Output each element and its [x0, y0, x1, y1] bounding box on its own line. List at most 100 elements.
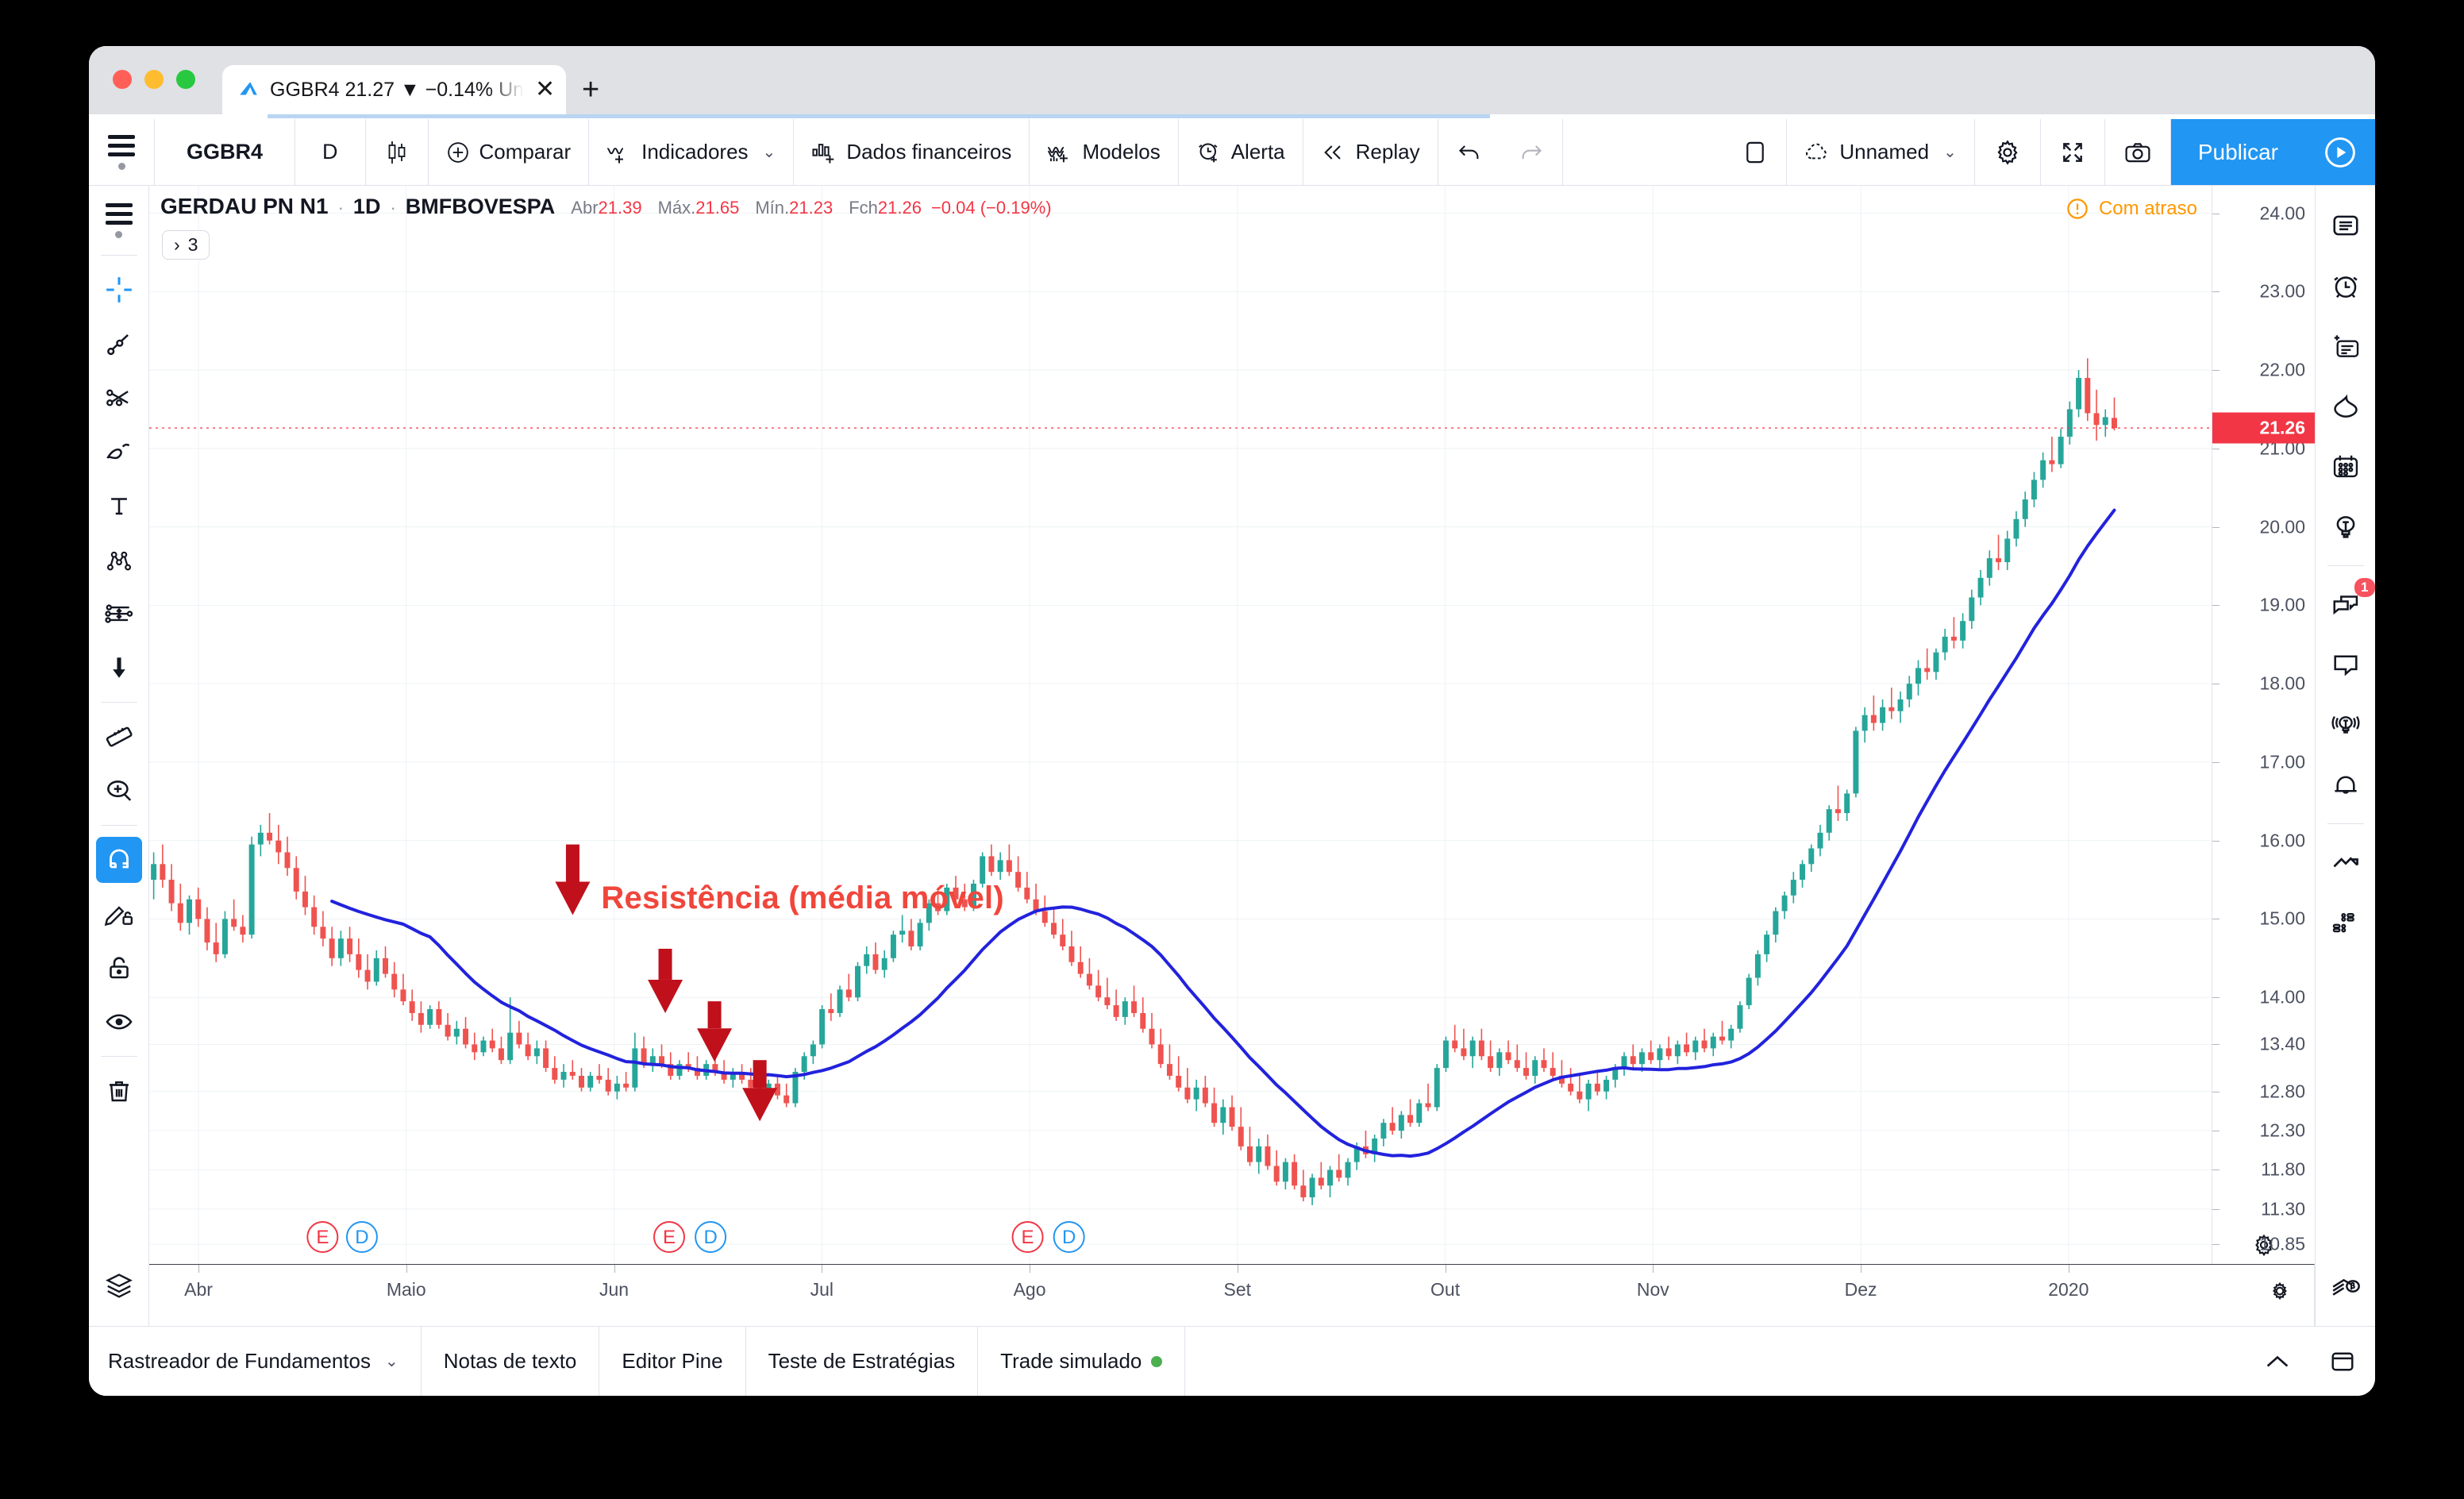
undo-button[interactable]: [1438, 119, 1500, 185]
bottom-tab-text-notes[interactable]: Notas de texto: [422, 1327, 600, 1396]
window-controls[interactable]: [113, 70, 195, 89]
alerts-clock-icon[interactable]: [2323, 263, 2369, 309]
delayed-data-badge[interactable]: Com atraso: [2066, 197, 2197, 221]
templates-button[interactable]: Modelos: [1030, 119, 1177, 185]
lock-drawings-icon[interactable]: [96, 945, 142, 991]
patterns-icon[interactable]: [96, 537, 142, 583]
chevron-down-icon[interactable]: ⌄: [763, 142, 776, 162]
price-axis-label: 23.00: [2259, 280, 2305, 302]
close-window-button[interactable]: [113, 70, 132, 89]
private-chat-icon[interactable]: [2323, 642, 2369, 688]
price-axis-label: 16.00: [2259, 830, 2305, 851]
chevron-down-icon[interactable]: ⌄: [1943, 142, 1957, 162]
zoom-in-icon[interactable]: [96, 768, 142, 814]
legend-change: −0.04 (−0.19%): [930, 198, 1052, 218]
save-layout-button[interactable]: Unnamed ⌄: [1787, 119, 1974, 185]
ideas-bulb-icon[interactable]: [2323, 504, 2369, 550]
price-axis-label: 14.00: [2259, 986, 2305, 1008]
prediction-icon[interactable]: [96, 591, 142, 637]
stay-in-drawing-mode-icon[interactable]: [96, 891, 142, 937]
time-scale-settings-icon[interactable]: [2268, 1279, 2292, 1303]
maximize-window-button[interactable]: [176, 70, 195, 89]
legend-low: Mín.21.23: [755, 198, 834, 218]
magnet-icon[interactable]: [95, 837, 142, 883]
price-axis-label: 20.00: [2259, 516, 2305, 538]
compare-button[interactable]: Comparar: [429, 119, 589, 185]
plus-circle-icon: [446, 141, 470, 164]
undo-redo-group: [1438, 119, 1563, 185]
replay-button[interactable]: Replay: [1303, 119, 1438, 185]
chat-icon[interactable]: 1: [2323, 578, 2375, 627]
bottom-tab-screener[interactable]: Rastreador de Fundamentos ⌄: [89, 1327, 422, 1396]
beta-layers-icon[interactable]: [2323, 1262, 2369, 1308]
trend-line-icon[interactable]: [96, 321, 142, 367]
hide-drawings-icon[interactable]: [96, 999, 142, 1045]
watchlist-icon[interactable]: [2323, 202, 2369, 249]
interval-button[interactable]: D: [295, 119, 365, 185]
alert-button[interactable]: Alerta: [1179, 119, 1303, 185]
redo-button[interactable]: [1500, 119, 1562, 185]
snapshot-button[interactable]: [2105, 119, 2170, 185]
bottom-tab-pine-editor[interactable]: Editor Pine: [599, 1327, 746, 1396]
chart-type-button[interactable]: [366, 119, 428, 185]
brush-icon[interactable]: [96, 429, 142, 475]
symbol-search-button[interactable]: GGBR4: [155, 119, 295, 185]
go-live-button[interactable]: [2305, 119, 2375, 185]
bottom-tab-strategy-tester[interactable]: Teste de Estratégias: [746, 1327, 979, 1396]
financials-button[interactable]: Dados financeiros: [794, 119, 1029, 185]
close-tab-icon[interactable]: ✕: [535, 78, 555, 102]
object-tree-icon[interactable]: [96, 1262, 142, 1308]
price-scale[interactable]: 24.00 23.00 22.00 21.00 20.00 19.00 18.00 17.00…: [2212, 186, 2315, 1264]
indicators-button[interactable]: Indicadores ⌄: [589, 119, 793, 185]
layout-grid-button[interactable]: [1724, 119, 1786, 185]
pitchfork-icon[interactable]: [96, 375, 142, 421]
order-panel-icon[interactable]: [2323, 900, 2369, 946]
legend-interval: 1D: [352, 195, 381, 218]
price-tick: [2212, 370, 2220, 372]
hotlist-icon[interactable]: [2323, 383, 2369, 430]
calendar-icon[interactable]: [2323, 444, 2369, 490]
new-tab-button[interactable]: +: [566, 65, 615, 114]
public-chats-icon[interactable]: [2323, 839, 2369, 885]
chart-settings-button[interactable]: [1975, 119, 2040, 185]
measure-icon[interactable]: [96, 714, 142, 760]
expand-panel-button[interactable]: [2245, 1327, 2310, 1396]
menu-icon[interactable]: [96, 198, 142, 244]
minimize-window-button[interactable]: [144, 70, 164, 89]
main-menu-button[interactable]: [89, 119, 154, 185]
time-scale[interactable]: Abr Maio Jun Jul Ago Set Out Nov Dez 2020: [149, 1264, 2315, 1326]
bottom-tab-label: Trade simulado: [1000, 1349, 1142, 1373]
replay-icon: [1321, 142, 1346, 163]
svg-text:D: D: [355, 1227, 368, 1248]
publish-button[interactable]: Publicar: [2170, 119, 2305, 185]
bottom-tab-paper-trading[interactable]: Trade simulado: [978, 1327, 1186, 1396]
price-axis-label: 22.00: [2259, 359, 2305, 380]
layout-name-group: Unnamed ⌄: [1787, 119, 1975, 185]
price-plot[interactable]: E D E D E D GERDAU PN N1 · 1D · BMFBOVESPA Ab…: [149, 186, 2212, 1264]
svg-text:E: E: [663, 1227, 676, 1248]
remove-drawings-icon[interactable]: [96, 1068, 142, 1114]
divider: [100, 255, 137, 256]
current-price-label[interactable]: 21.26: [2212, 412, 2315, 444]
data-sources-badge[interactable]: › 3: [162, 230, 210, 260]
browser-chrome: GGBR4 21.27 ▼ −0.14% Unnamed ✕ +: [89, 46, 2375, 114]
data-window-icon[interactable]: [2323, 323, 2369, 369]
price-axis-label: 13.40: [2259, 1033, 2305, 1054]
text-icon[interactable]: [96, 483, 142, 529]
arrow-marker-icon[interactable]: [96, 645, 142, 691]
notifications-bell-icon[interactable]: [2323, 762, 2369, 808]
browser-tab[interactable]: GGBR4 21.27 ▼ −0.14% Unnamed ✕: [222, 65, 567, 114]
ideas-stream-icon[interactable]: [2323, 702, 2369, 748]
single-layout-icon: [1743, 139, 1767, 166]
time-axis-label: Nov: [1636, 1279, 1669, 1300]
templates-icon: [1047, 141, 1072, 164]
fullscreen-button[interactable]: [2041, 119, 2104, 185]
toggle-panel-button[interactable]: [2310, 1327, 2375, 1396]
chevron-down-icon[interactable]: ⌄: [385, 1351, 398, 1371]
svg-text:E: E: [316, 1227, 329, 1248]
financials-group: Dados financeiros: [794, 119, 1030, 185]
legend-separator: ·: [337, 198, 344, 218]
crosshair-icon[interactable]: [96, 267, 142, 313]
price-axis-label: 19.00: [2259, 594, 2305, 615]
price-tick: [2212, 761, 2220, 763]
